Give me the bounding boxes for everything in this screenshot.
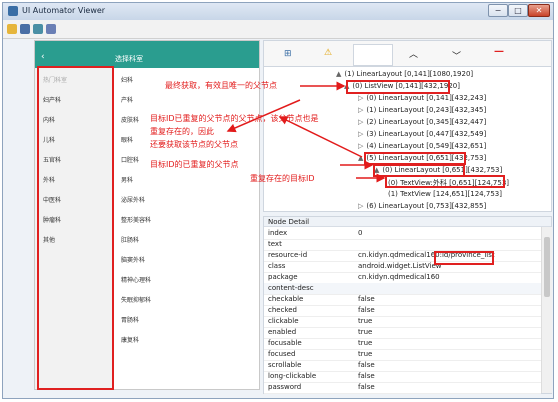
maximize-button[interactable]: □	[508, 4, 528, 17]
annotation-repeated-parent-line1: 目标ID已重复的父节点的父节点，该父节点也是	[150, 114, 319, 123]
up-icon[interactable]: ︿	[409, 47, 418, 60]
warning-icon[interactable]: ⚠	[324, 48, 332, 58]
window-title: UI Automator Viewer	[22, 6, 106, 15]
tree-node[interactable]: ▷ (6) LinearLayout [0,753][432,855]	[358, 202, 486, 210]
department-item[interactable]: 康复科	[121, 335, 139, 344]
resource-id-highlight	[434, 251, 494, 265]
department-item[interactable]: 男科	[121, 175, 133, 184]
tree-toolbar: ⊞ ⚠ ︿ ﹀ —	[263, 40, 552, 67]
tree-node[interactable]: ▷ (1) LinearLayout [0,243][432,345]	[358, 106, 486, 114]
department-item[interactable]: 失眠抑郁科	[121, 295, 151, 304]
back-icon[interactable]: ‹	[41, 52, 45, 62]
tree-node[interactable]: ▷ (0) LinearLayout [0,141][432,243]	[358, 94, 486, 102]
department-item[interactable]: 皮肤科	[121, 115, 139, 124]
tree-node[interactable]: (1) TextView [124,651][124,753]	[388, 190, 502, 198]
department-item[interactable]: 产科	[121, 95, 133, 104]
detail-scrollbar-thumb[interactable]	[544, 237, 550, 297]
open-icon[interactable]	[7, 24, 17, 34]
main-toolbar	[3, 20, 553, 39]
department-item[interactable]: 妇科	[121, 75, 133, 84]
department-item[interactable]: 肛肠科	[121, 235, 139, 244]
annotation-repeated-parent-line3: 还要获取该节点的父节点	[150, 140, 238, 149]
annotation-repeated-parent-line2: 重复存在的，因此	[150, 127, 214, 136]
department-item[interactable]: 整形美容科	[121, 215, 151, 224]
tree-node[interactable]: ▷ (3) LinearLayout [0,447][432,549]	[358, 130, 486, 138]
department-item[interactable]: 精神心理科	[121, 275, 151, 284]
selected-listview-highlight	[37, 66, 114, 390]
listview-node-highlight	[346, 80, 450, 94]
close-button[interactable]: ✕	[528, 4, 550, 17]
annotation-repeated-parent-target: 目标ID的已重复的父节点	[150, 160, 239, 169]
annotation-repeated-target: 重复存在的目标ID	[250, 174, 315, 183]
tree-node[interactable]: ▷ (4) LinearLayout [0,549][432,651]	[358, 142, 486, 150]
annotation-final-parent: 最终获取，有效且唯一的父节点	[165, 81, 277, 90]
minimize-button[interactable]: −	[488, 4, 508, 17]
department-item[interactable]: 泌尿外科	[121, 195, 145, 204]
tree-node[interactable]: ▲ (1) LinearLayout [0,141][1080,1920]	[336, 70, 473, 78]
device-screenshot-icon[interactable]	[20, 24, 30, 34]
save-icon[interactable]	[46, 24, 56, 34]
collapse-icon[interactable]: —	[494, 46, 504, 57]
tree-node[interactable]: ▷ (2) LinearLayout [0,345][432,447]	[358, 118, 486, 126]
compressed-screenshot-icon[interactable]	[33, 24, 43, 34]
department-item[interactable]: 脑窦外科	[121, 255, 145, 264]
device-screen-title: 选择科室	[115, 55, 143, 63]
tree-search-box[interactable]	[353, 44, 393, 66]
department-item[interactable]: 胃肠科	[121, 315, 139, 324]
detail-scrollbar[interactable]	[541, 227, 552, 393]
repeated-target-highlight	[385, 175, 505, 188]
down-icon[interactable]: ﹀	[452, 49, 461, 62]
title-bar: UI Automator Viewer − □ ✕	[3, 3, 553, 20]
detail-row[interactable]: password false	[264, 382, 541, 394]
department-item[interactable]: 眼科	[121, 135, 133, 144]
app-logo-icon	[8, 6, 18, 16]
expand-all-icon[interactable]: ⊞	[284, 49, 292, 59]
node-detail-header: Node Detail	[264, 217, 551, 227]
node-detail-panel: Node Detail index 0 text resource-id cn.ki…	[263, 216, 552, 394]
device-app-bar: ‹ 选择科室	[35, 41, 259, 68]
department-item[interactable]: 口腔科	[121, 155, 139, 164]
